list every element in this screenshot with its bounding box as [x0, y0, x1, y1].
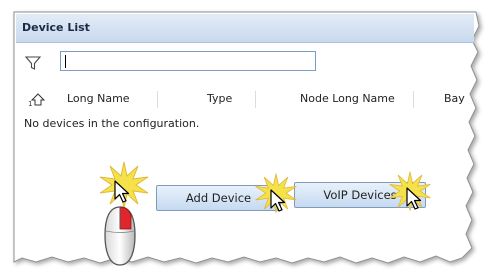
column-divider[interactable] — [413, 91, 414, 108]
panel-title: Device List — [22, 21, 90, 34]
filter-row — [24, 51, 324, 73]
grid-header: 1 Long Name Type Node Long Name Bay — [24, 91, 474, 108]
device-list-panel: Device List 1 Long Name Type Node Long N… — [0, 0, 495, 271]
filter-input[interactable] — [60, 51, 316, 71]
title-bar: Device List — [16, 14, 474, 43]
column-header-type[interactable]: Type — [207, 92, 232, 105]
column-header-node-long-name[interactable]: Node Long Name — [300, 92, 395, 105]
add-device-button[interactable]: Add Device — [156, 185, 281, 211]
column-divider[interactable] — [157, 91, 158, 108]
sort-up-arrow-icon[interactable]: 1 — [28, 93, 46, 107]
column-divider[interactable] — [255, 91, 256, 108]
column-header-long-name[interactable]: Long Name — [67, 92, 130, 105]
text-caret — [65, 55, 66, 68]
filter-icon[interactable] — [24, 54, 42, 72]
svg-text:1: 1 — [28, 100, 32, 107]
column-header-bay[interactable]: Bay — [444, 92, 465, 105]
empty-grid-message: No devices in the configuration. — [24, 117, 200, 130]
voip-devices-button[interactable]: VoIP Devices — [294, 182, 426, 208]
